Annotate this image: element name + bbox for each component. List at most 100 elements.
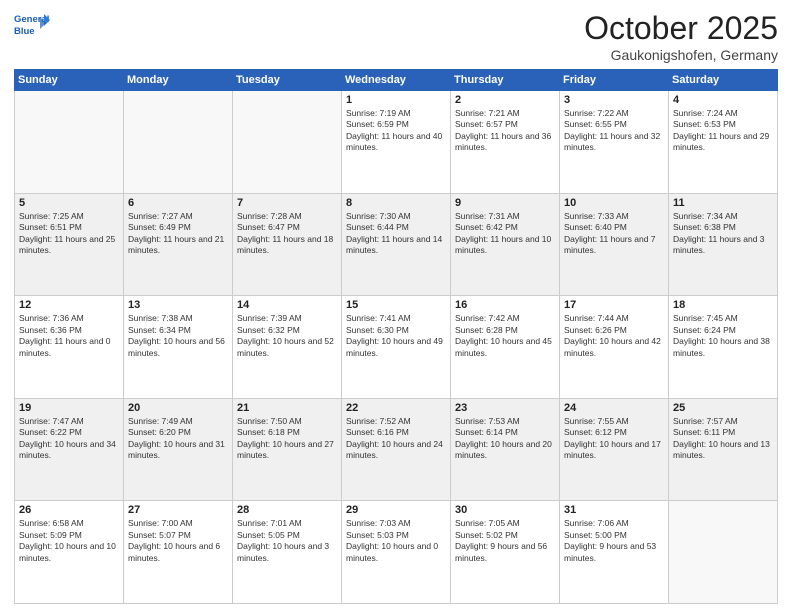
table-row: 2 Sunrise: 7:21 AMSunset: 6:57 PMDaylight… [451,91,560,194]
table-row: 23 Sunrise: 7:53 AMSunset: 6:14 PMDayligh… [451,398,560,501]
day-info: Sunrise: 7:33 AMSunset: 6:40 PMDaylight:… [564,211,664,257]
calendar-week-row: 19Sunrise: 7:47 AMSunset: 6:22 PMDayligh… [15,398,778,501]
day-number: 16 [455,299,555,311]
logo-icon: General Blue [14,10,50,38]
table-row: 24 Sunrise: 7:55 AMSunset: 6:12 PMDayligh… [560,398,669,501]
table-row: 12 Sunrise: 7:36 AMSunset: 6:36 PMDayligh… [15,296,124,399]
day-number: 7 [237,197,337,209]
day-number: 19 [19,402,119,414]
day-number: 25 [673,402,773,414]
table-row: 1 Sunrise: 7:19 AMSunset: 6:59 PMDaylight… [342,91,451,194]
table-row: 25 Sunrise: 7:57 AMSunset: 6:11 PMDayligh… [669,398,778,501]
day-info: Sunrise: 7:05 AMSunset: 5:02 PMDaylight:… [455,518,555,564]
table-row: 30 Sunrise: 7:05 AMSunset: 5:02 PMDayligh… [451,501,560,604]
day-number: 24 [564,402,664,414]
col-thursday: Thursday [451,70,560,91]
day-number: 1 [346,94,446,106]
day-number: 23 [455,402,555,414]
day-number: 6 [128,197,228,209]
table-row: 21Sunrise: 7:50 AMSunset: 6:18 PMDayligh… [233,398,342,501]
table-row: 15 Sunrise: 7:41 AMSunset: 6:30 PMDayligh… [342,296,451,399]
day-info: Sunrise: 7:55 AMSunset: 6:12 PMDaylight:… [564,416,664,462]
day-info: Sunrise: 6:58 AMSunset: 5:09 PMDaylight:… [19,518,119,564]
table-row: 27 Sunrise: 7:00 AMSunset: 5:07 PMDayligh… [124,501,233,604]
day-number: 8 [346,197,446,209]
day-number: 21 [237,402,337,414]
col-monday: Monday [124,70,233,91]
day-number: 18 [673,299,773,311]
day-info: Sunrise: 7:30 AMSunset: 6:44 PMDaylight:… [346,211,446,257]
col-wednesday: Wednesday [342,70,451,91]
svg-text:Blue: Blue [14,26,35,37]
table-row: 13Sunrise: 7:38 AMSunset: 6:34 PMDayligh… [124,296,233,399]
calendar-header-row: Sunday Monday Tuesday Wednesday Thursday… [15,70,778,91]
day-number: 31 [564,504,664,516]
day-number: 22 [346,402,446,414]
table-row: 10 Sunrise: 7:33 AMSunset: 6:40 PMDayligh… [560,193,669,296]
day-number: 17 [564,299,664,311]
day-info: Sunrise: 7:19 AMSunset: 6:59 PMDaylight:… [346,108,446,154]
day-info: Sunrise: 7:53 AMSunset: 6:14 PMDaylight:… [455,416,555,462]
day-number: 2 [455,94,555,106]
page-container: General Blue October 2025 Gaukonigshofen… [0,0,792,612]
day-number: 14 [237,299,337,311]
day-number: 20 [128,402,228,414]
table-row: 31Sunrise: 7:06 AMSunset: 5:00 PMDayligh… [560,501,669,604]
day-info: Sunrise: 7:00 AMSunset: 5:07 PMDaylight:… [128,518,228,564]
day-info: Sunrise: 7:45 AMSunset: 6:24 PMDaylight:… [673,313,773,359]
table-row [669,501,778,604]
day-number: 9 [455,197,555,209]
day-info: Sunrise: 7:39 AMSunset: 6:32 PMDaylight:… [237,313,337,359]
day-info: Sunrise: 7:52 AMSunset: 6:16 PMDaylight:… [346,416,446,462]
calendar-week-row: 5Sunrise: 7:25 AMSunset: 6:51 PMDaylight… [15,193,778,296]
table-row: 5Sunrise: 7:25 AMSunset: 6:51 PMDaylight… [15,193,124,296]
day-number: 26 [19,504,119,516]
day-info: Sunrise: 7:24 AMSunset: 6:53 PMDaylight:… [673,108,773,154]
table-row: 11Sunrise: 7:34 AMSunset: 6:38 PMDayligh… [669,193,778,296]
table-row: 4 Sunrise: 7:24 AMSunset: 6:53 PMDaylight… [669,91,778,194]
day-number: 15 [346,299,446,311]
table-row: 20 Sunrise: 7:49 AMSunset: 6:20 PMDayligh… [124,398,233,501]
table-row: 6Sunrise: 7:27 AMSunset: 6:49 PMDaylight… [124,193,233,296]
day-number: 10 [564,197,664,209]
day-info: Sunrise: 7:01 AMSunset: 5:05 PMDaylight:… [237,518,337,564]
table-row: 17Sunrise: 7:44 AMSunset: 6:26 PMDayligh… [560,296,669,399]
day-info: Sunrise: 7:41 AMSunset: 6:30 PMDaylight:… [346,313,446,359]
table-row [233,91,342,194]
day-info: Sunrise: 7:42 AMSunset: 6:28 PMDaylight:… [455,313,555,359]
table-row [124,91,233,194]
col-friday: Friday [560,70,669,91]
day-number: 4 [673,94,773,106]
day-info: Sunrise: 7:36 AMSunset: 6:36 PMDaylight:… [19,313,119,359]
day-number: 27 [128,504,228,516]
calendar-table: Sunday Monday Tuesday Wednesday Thursday… [14,69,778,604]
day-number: 30 [455,504,555,516]
col-tuesday: Tuesday [233,70,342,91]
day-info: Sunrise: 7:31 AMSunset: 6:42 PMDaylight:… [455,211,555,257]
table-row [15,91,124,194]
day-number: 3 [564,94,664,106]
table-row: 9 Sunrise: 7:31 AMSunset: 6:42 PMDaylight… [451,193,560,296]
table-row: 29 Sunrise: 7:03 AMSunset: 5:03 PMDayligh… [342,501,451,604]
calendar-week-row: 1 Sunrise: 7:19 AMSunset: 6:59 PMDaylight… [15,91,778,194]
day-info: Sunrise: 7:57 AMSunset: 6:11 PMDaylight:… [673,416,773,462]
table-row: 14 Sunrise: 7:39 AMSunset: 6:32 PMDayligh… [233,296,342,399]
day-info: Sunrise: 7:49 AMSunset: 6:20 PMDaylight:… [128,416,228,462]
table-row: 28 Sunrise: 7:01 AMSunset: 5:05 PMDayligh… [233,501,342,604]
day-info: Sunrise: 7:25 AMSunset: 6:51 PMDaylight:… [19,211,119,257]
day-number: 28 [237,504,337,516]
day-info: Sunrise: 7:21 AMSunset: 6:57 PMDaylight:… [455,108,555,154]
calendar-week-row: 26 Sunrise: 6:58 AMSunset: 5:09 PMDayligh… [15,501,778,604]
day-number: 29 [346,504,446,516]
title-area: October 2025 Gaukonigshofen, Germany [584,10,778,63]
day-number: 12 [19,299,119,311]
logo: General Blue [14,10,50,38]
table-row: 16 Sunrise: 7:42 AMSunset: 6:28 PMDayligh… [451,296,560,399]
table-row: 7Sunrise: 7:28 AMSunset: 6:47 PMDaylight… [233,193,342,296]
calendar-week-row: 12 Sunrise: 7:36 AMSunset: 6:36 PMDayligh… [15,296,778,399]
day-info: Sunrise: 7:34 AMSunset: 6:38 PMDaylight:… [673,211,773,257]
month-title: October 2025 [584,10,778,47]
day-info: Sunrise: 7:03 AMSunset: 5:03 PMDaylight:… [346,518,446,564]
table-row: 19Sunrise: 7:47 AMSunset: 6:22 PMDayligh… [15,398,124,501]
col-saturday: Saturday [669,70,778,91]
